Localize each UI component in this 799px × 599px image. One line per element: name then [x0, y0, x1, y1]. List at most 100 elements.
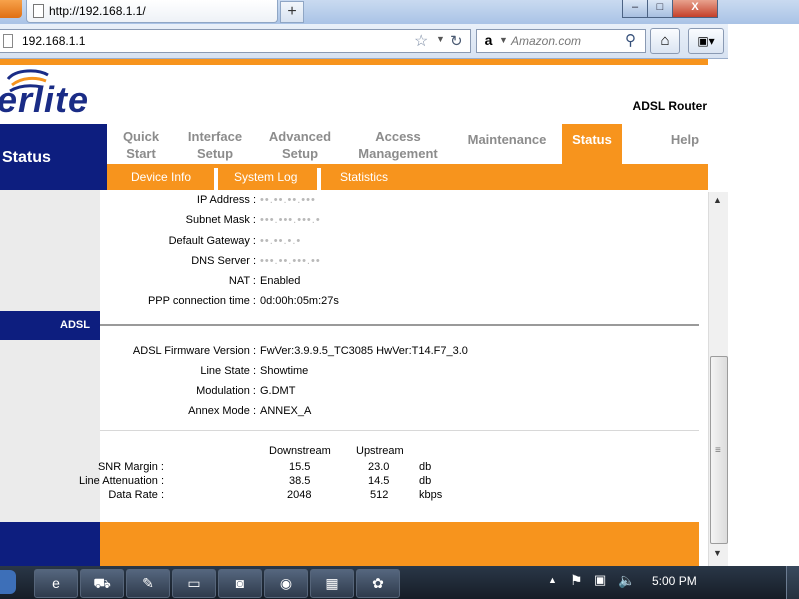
- top-accent-bar: [0, 59, 708, 65]
- data-rate-up: 512: [370, 489, 389, 501]
- dns-server-label: DNS Server :: [191, 255, 256, 267]
- data-rate-label: Data Rate :: [108, 489, 164, 501]
- nav-status[interactable]: Status: [562, 124, 622, 164]
- browser-tab-bar: http://192.168.1.1/ + – □ X: [0, 0, 799, 24]
- upstream-header: Upstream: [356, 445, 404, 457]
- downstream-header: Downstream: [269, 445, 331, 457]
- scroll-up-icon[interactable]: ▲: [713, 195, 722, 205]
- subnet-mask-label: Subnet Mask :: [185, 214, 256, 226]
- line-attenuation-down: 38.5: [289, 475, 311, 487]
- search-box[interactable]: a ▼ Amazon.com ⚲: [476, 29, 646, 53]
- ppp-time-value: 0d:00h:05m:27s: [260, 295, 339, 307]
- nav-maintenance[interactable]: Maintenance: [459, 124, 555, 164]
- line-state-label: Line State :: [200, 365, 256, 377]
- annex-mode-label: Annex Mode :: [188, 405, 256, 417]
- show-desktop-button[interactable]: [786, 566, 799, 599]
- green-app-icon[interactable]: ◙: [218, 569, 262, 598]
- tools-menu-button[interactable]: ▣▾: [688, 28, 724, 54]
- subnav-statistics[interactable]: Statistics: [340, 164, 388, 190]
- subnav-device-info[interactable]: Device Info: [131, 164, 191, 190]
- new-tab-button[interactable]: +: [280, 1, 304, 23]
- window-icon[interactable]: ▭: [172, 569, 216, 598]
- amazon-icon[interactable]: a: [481, 32, 496, 48]
- close-button[interactable]: X: [672, 0, 718, 18]
- maximize-button[interactable]: □: [647, 0, 673, 18]
- browser-nav-bar: 192.168.1.1 ☆ ▼ ↻ a ▼ Amazon.com ⚲ ⌂ ▣▾: [0, 24, 728, 59]
- search-engine-dropdown-icon[interactable]: ▼: [499, 35, 508, 45]
- home-icon: ⌂: [660, 32, 670, 49]
- nav-access-management[interactable]: Access Management: [349, 124, 447, 164]
- address-text[interactable]: 192.168.1.1: [22, 34, 85, 48]
- footer-bar: [100, 522, 699, 566]
- ip-address-value: ••.••.••.•••: [260, 194, 316, 206]
- ip-address-label: IP Address :: [196, 194, 256, 206]
- nav-advanced-setup[interactable]: Advanced Setup: [261, 124, 339, 164]
- search-icon[interactable]: ⚲: [625, 31, 636, 49]
- windows-taskbar: e ⛟ ✎ ▭ ◙ ◉ ▦ ✿ ▲ ⚑ ▣ 🔈 5:00 PM: [0, 566, 799, 599]
- paint-icon[interactable]: ✿: [356, 569, 400, 598]
- snr-margin-up: 23.0: [368, 461, 390, 473]
- history-dropdown-icon[interactable]: ▼: [436, 34, 445, 44]
- firefox-menu-button[interactable]: [0, 0, 22, 18]
- router-page: erlite ADSL Router Status Quick Start Int…: [0, 59, 708, 566]
- nav-quick-start[interactable]: Quick Start: [107, 124, 175, 164]
- page-icon: [3, 34, 13, 48]
- subnav-separator: [214, 168, 218, 190]
- network-tray-icon[interactable]: ▣: [594, 572, 606, 588]
- sub-nav: Device Info System Log Statistics: [107, 164, 708, 190]
- default-gateway-value: ••.••.•.•: [260, 235, 302, 247]
- snr-margin-unit: db: [419, 461, 432, 473]
- reload-icon[interactable]: ↻: [450, 32, 463, 50]
- page-scrollbar[interactable]: ▲ ≡ ▼: [708, 192, 728, 566]
- firmware-label: ADSL Firmware Version :: [132, 345, 256, 357]
- tray-expand-icon[interactable]: ▲: [548, 575, 557, 585]
- data-rate-down: 2048: [287, 489, 312, 501]
- scroll-grip-icon: ≡: [715, 445, 721, 456]
- firefox-icon[interactable]: ◉: [264, 569, 308, 598]
- taskbar-clock[interactable]: 5:00 PM: [652, 574, 697, 588]
- annex-mode-value: ANNEX_A: [260, 405, 312, 417]
- modulation-label: Modulation :: [196, 385, 256, 397]
- subnav-system-log[interactable]: System Log: [234, 164, 297, 190]
- eraser-icon[interactable]: ✎: [126, 569, 170, 598]
- minimize-button[interactable]: –: [622, 0, 648, 18]
- action-center-flag-icon[interactable]: ⚑: [570, 572, 583, 589]
- menu-icon: ▣▾: [697, 34, 715, 48]
- nat-value: Enabled: [260, 275, 301, 287]
- line-state-value: Showtime: [260, 365, 309, 377]
- section-title-block: Status: [0, 124, 107, 190]
- modulation-value: G.DMT: [260, 385, 296, 397]
- product-name: ADSL Router: [632, 99, 707, 113]
- app-grid-icon[interactable]: ▦: [310, 569, 354, 598]
- main-nav: Quick Start Interface Setup Advanced Setup …: [107, 124, 708, 164]
- nav-help[interactable]: Help: [652, 124, 708, 164]
- default-gateway-label: Default Gateway :: [168, 235, 256, 247]
- network-icon[interactable]: ⛟: [80, 569, 124, 598]
- start-button[interactable]: [0, 570, 16, 594]
- home-button[interactable]: ⌂: [650, 28, 680, 54]
- nav-interface-setup[interactable]: Interface Setup: [179, 124, 251, 164]
- page-icon: [33, 4, 44, 18]
- section-divider: [100, 430, 699, 431]
- logo-text: erlite: [0, 79, 90, 120]
- scroll-down-icon[interactable]: ▼: [713, 548, 722, 558]
- adsl-section-label: ADSL: [0, 311, 100, 340]
- subnav-separator: [317, 168, 321, 190]
- footer-left-block: [0, 522, 100, 566]
- ie-icon[interactable]: e: [34, 569, 78, 598]
- snr-margin-down: 15.5: [289, 461, 311, 473]
- ppp-time-label: PPP connection time :: [147, 295, 256, 307]
- line-attenuation-unit: db: [419, 475, 432, 487]
- address-bar[interactable]: 192.168.1.1 ☆ ▼ ↻: [0, 29, 471, 53]
- bookmark-star-icon[interactable]: ☆: [414, 31, 428, 51]
- subnet-mask-value: •••.•••.•••.•: [260, 214, 321, 226]
- nat-label: NAT :: [228, 275, 256, 287]
- scroll-thumb[interactable]: ≡: [710, 356, 728, 544]
- line-attenuation-label: Line Attenuation :: [78, 475, 164, 487]
- browser-tab[interactable]: http://192.168.1.1/: [26, 0, 278, 23]
- tab-title: http://192.168.1.1/: [49, 4, 146, 18]
- search-input[interactable]: Amazon.com: [511, 34, 581, 48]
- section-divider: [100, 324, 699, 326]
- section-title: Status: [2, 149, 51, 166]
- volume-icon[interactable]: 🔈: [618, 572, 635, 589]
